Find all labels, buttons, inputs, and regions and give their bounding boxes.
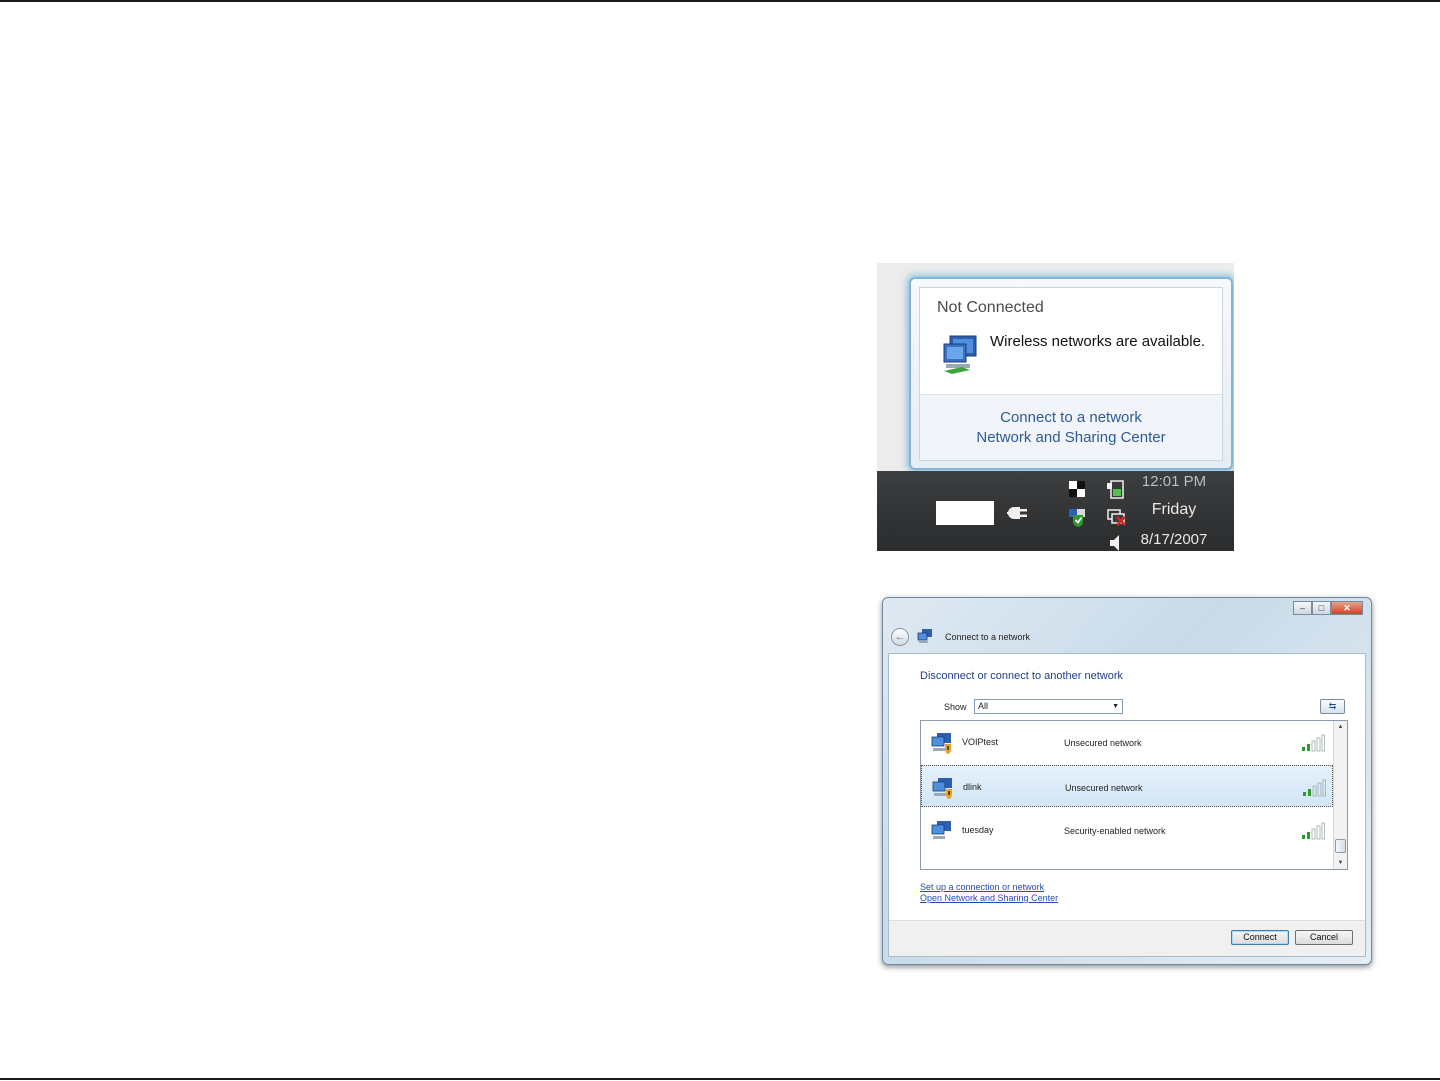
signal-strength-icon	[1303, 779, 1326, 797]
tray-time[interactable]: 12:01 PM	[1128, 473, 1220, 490]
tray-blank-area	[936, 501, 994, 525]
wireless-computer-icon	[943, 335, 977, 374]
network-name: VOIPtest	[962, 737, 999, 747]
balloon-links: Connect to a network Network and Sharing…	[920, 394, 1222, 460]
window-title: Connect to a network	[945, 632, 1031, 642]
back-arrow-icon[interactable]: ←	[891, 628, 909, 646]
tray-date[interactable]: 8/17/2007	[1128, 531, 1220, 548]
window-client-area: Disconnect or connect to another network…	[888, 653, 1366, 957]
network-row[interactable]: tuesday Security-enabled network	[921, 809, 1333, 851]
taskbar-tray: 12:01 PM Friday 8/17/2007	[877, 471, 1234, 551]
network-name: dlink	[963, 782, 982, 792]
show-label: Show	[944, 702, 967, 712]
balloon-body: Not Connected Wireless networks are avai…	[919, 287, 1223, 461]
maximize-button[interactable]: □	[1312, 601, 1331, 615]
balloon-message: Wireless networks are available.	[990, 333, 1206, 350]
network-status: Security-enabled network	[1064, 826, 1166, 836]
signal-strength-icon	[1302, 734, 1325, 752]
minimize-button[interactable]: –	[1293, 601, 1312, 615]
connect-button[interactable]: Connect	[1231, 930, 1289, 945]
network-status: Unsecured network	[1065, 783, 1143, 793]
volume-speaker-icon[interactable]	[1105, 533, 1127, 551]
window-controls: – □ ✕	[1293, 601, 1363, 615]
connect-to-network-window: – □ ✕ ← Connect to a network Disconnect …	[882, 597, 1372, 965]
network-row[interactable]: VOIPtest Unsecured network	[921, 721, 1333, 763]
show-filter-value: All	[978, 701, 989, 711]
bottom-rule	[0, 1078, 1440, 1080]
network-disconnected-icon[interactable]	[1105, 507, 1127, 527]
network-status: Unsecured network	[1064, 738, 1142, 748]
checkered-tray-icon[interactable]	[1067, 479, 1089, 499]
top-rule	[0, 0, 1440, 2]
balloon-title: Not Connected	[937, 299, 1044, 316]
network-list: VOIPtest Unsecured network dlink Unsecur…	[920, 720, 1348, 870]
setup-connection-link[interactable]: Set up a connection or network	[920, 882, 1044, 892]
network-name: tuesday	[962, 825, 994, 835]
open-sharing-center-link[interactable]: Open Network and Sharing Center	[920, 893, 1058, 903]
battery-meter-icon[interactable]	[1105, 479, 1127, 499]
refresh-button[interactable]: ⇆	[1320, 699, 1345, 714]
dialog-footer: Connect Cancel	[889, 920, 1365, 956]
network-window-icon	[917, 629, 932, 643]
notification-screenshot: Not Connected Wireless networks are avai…	[877, 263, 1234, 551]
notification-balloon: Not Connected Wireless networks are avai…	[909, 277, 1233, 470]
connect-to-network-link[interactable]: Connect to a network	[920, 409, 1222, 426]
show-filter-select[interactable]: All ▼	[974, 699, 1123, 714]
list-scrollbar[interactable]: ▲ ▼	[1333, 721, 1347, 869]
scroll-down-arrow-icon[interactable]: ▼	[1334, 857, 1347, 869]
secured-network-icon	[931, 821, 951, 839]
close-button[interactable]: ✕	[1331, 601, 1363, 615]
network-sharing-center-link[interactable]: Network and Sharing Center	[920, 429, 1222, 446]
scroll-thumb[interactable]	[1335, 839, 1346, 853]
security-shield-icon[interactable]	[1067, 507, 1089, 527]
signal-strength-icon	[1302, 822, 1325, 840]
power-plug-icon[interactable]	[1005, 503, 1031, 523]
cancel-button[interactable]: Cancel	[1295, 930, 1353, 945]
tray-day[interactable]: Friday	[1128, 501, 1220, 519]
scroll-up-arrow-icon[interactable]: ▲	[1334, 721, 1347, 733]
unsecured-network-icon	[931, 733, 951, 754]
network-row-selected[interactable]: dlink Unsecured network	[921, 765, 1333, 807]
page-heading: Disconnect or connect to another network	[920, 670, 1124, 682]
dropdown-arrow-icon: ▼	[1112, 703, 1119, 710]
unsecured-network-icon	[932, 778, 952, 799]
